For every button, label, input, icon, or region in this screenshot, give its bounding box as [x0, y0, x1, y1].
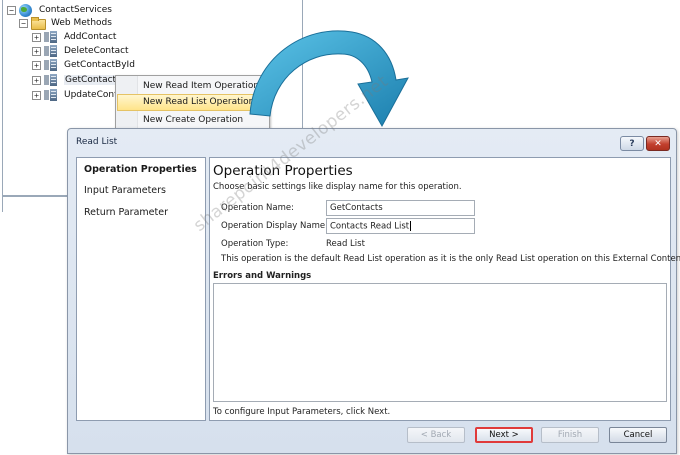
tree-node-label: GetContactById: [64, 60, 135, 70]
expand-icon[interactable]: +: [32, 75, 41, 85]
web-method-icon: [44, 88, 59, 102]
errors-list[interactable]: [213, 283, 667, 402]
globe-service-icon: [19, 3, 34, 17]
errors-heading: Errors and Warnings: [213, 271, 312, 281]
tree-node-label: GetContacts: [64, 75, 122, 85]
expand-icon[interactable]: +: [32, 46, 41, 56]
nav-item-operation-properties[interactable]: Operation Properties: [84, 164, 197, 175]
web-method-icon: [44, 30, 59, 44]
content-pane: Operation Properties Choose basic settin…: [209, 157, 680, 421]
display-name-label: Operation Display Name:: [221, 221, 328, 231]
web-method-icon: [44, 44, 59, 58]
tree-node-label: UpdateCont: [64, 90, 118, 100]
tree-node-label: AddContact: [64, 32, 117, 42]
tree-node-label: Web Methods: [51, 18, 112, 28]
operation-name-value: GetContacts: [330, 203, 383, 213]
tree-node-web-methods[interactable]: − Web Methods: [19, 16, 112, 30]
dialog-titlebar[interactable]: Read List ? ✕: [68, 129, 676, 155]
close-button[interactable]: ✕: [646, 136, 670, 151]
tree-node-method[interactable]: + DeleteContact: [32, 44, 129, 58]
collapse-icon[interactable]: −: [19, 18, 28, 28]
folder-icon: [31, 16, 46, 30]
tree-node-root[interactable]: − ContactServices: [7, 3, 112, 17]
finish-button[interactable]: Finish: [541, 427, 599, 443]
footer-hint: To configure Input Parameters, click Nex…: [213, 407, 391, 417]
help-button[interactable]: ?: [620, 136, 644, 151]
back-button[interactable]: < Back: [407, 427, 465, 443]
nav-item-input-parameters[interactable]: Input Parameters: [84, 185, 166, 196]
tree-node-method[interactable]: + UpdateCont: [32, 88, 118, 102]
expand-icon[interactable]: +: [32, 32, 41, 42]
lower-panel: [2, 196, 68, 212]
web-method-icon: [44, 73, 59, 87]
display-name-value: Contacts Read List: [330, 221, 410, 232]
operation-name-input[interactable]: GetContacts: [326, 200, 475, 216]
expand-icon[interactable]: +: [32, 90, 41, 100]
text-caret: [410, 221, 412, 231]
operation-note: This operation is the default Read List …: [221, 254, 680, 264]
tree-node-method-selected[interactable]: + GetContacts: [32, 73, 122, 87]
tree-node-label: ContactServices: [39, 5, 112, 15]
display-name-input[interactable]: Contacts Read List: [326, 218, 475, 234]
cancel-button[interactable]: Cancel: [609, 427, 667, 443]
web-method-icon: [44, 58, 59, 72]
expand-icon[interactable]: +: [32, 60, 41, 70]
nav-item-return-parameter[interactable]: Return Parameter: [84, 207, 168, 218]
tree-node-method[interactable]: + AddContact: [32, 30, 116, 44]
read-list-dialog: Read List ? ✕ Operation Properties Input…: [67, 128, 680, 454]
operation-type-label: Operation Type:: [221, 239, 289, 249]
operation-type-value: Read List: [326, 239, 365, 249]
wizard-nav: Operation Properties Input Parameters Re…: [76, 157, 206, 421]
next-button[interactable]: Next >: [475, 427, 533, 443]
tree-node-method[interactable]: + GetContactById: [32, 58, 135, 72]
tree-node-label: DeleteContact: [64, 46, 129, 56]
dialog-title: Read List: [76, 137, 118, 147]
collapse-icon[interactable]: −: [7, 5, 16, 15]
